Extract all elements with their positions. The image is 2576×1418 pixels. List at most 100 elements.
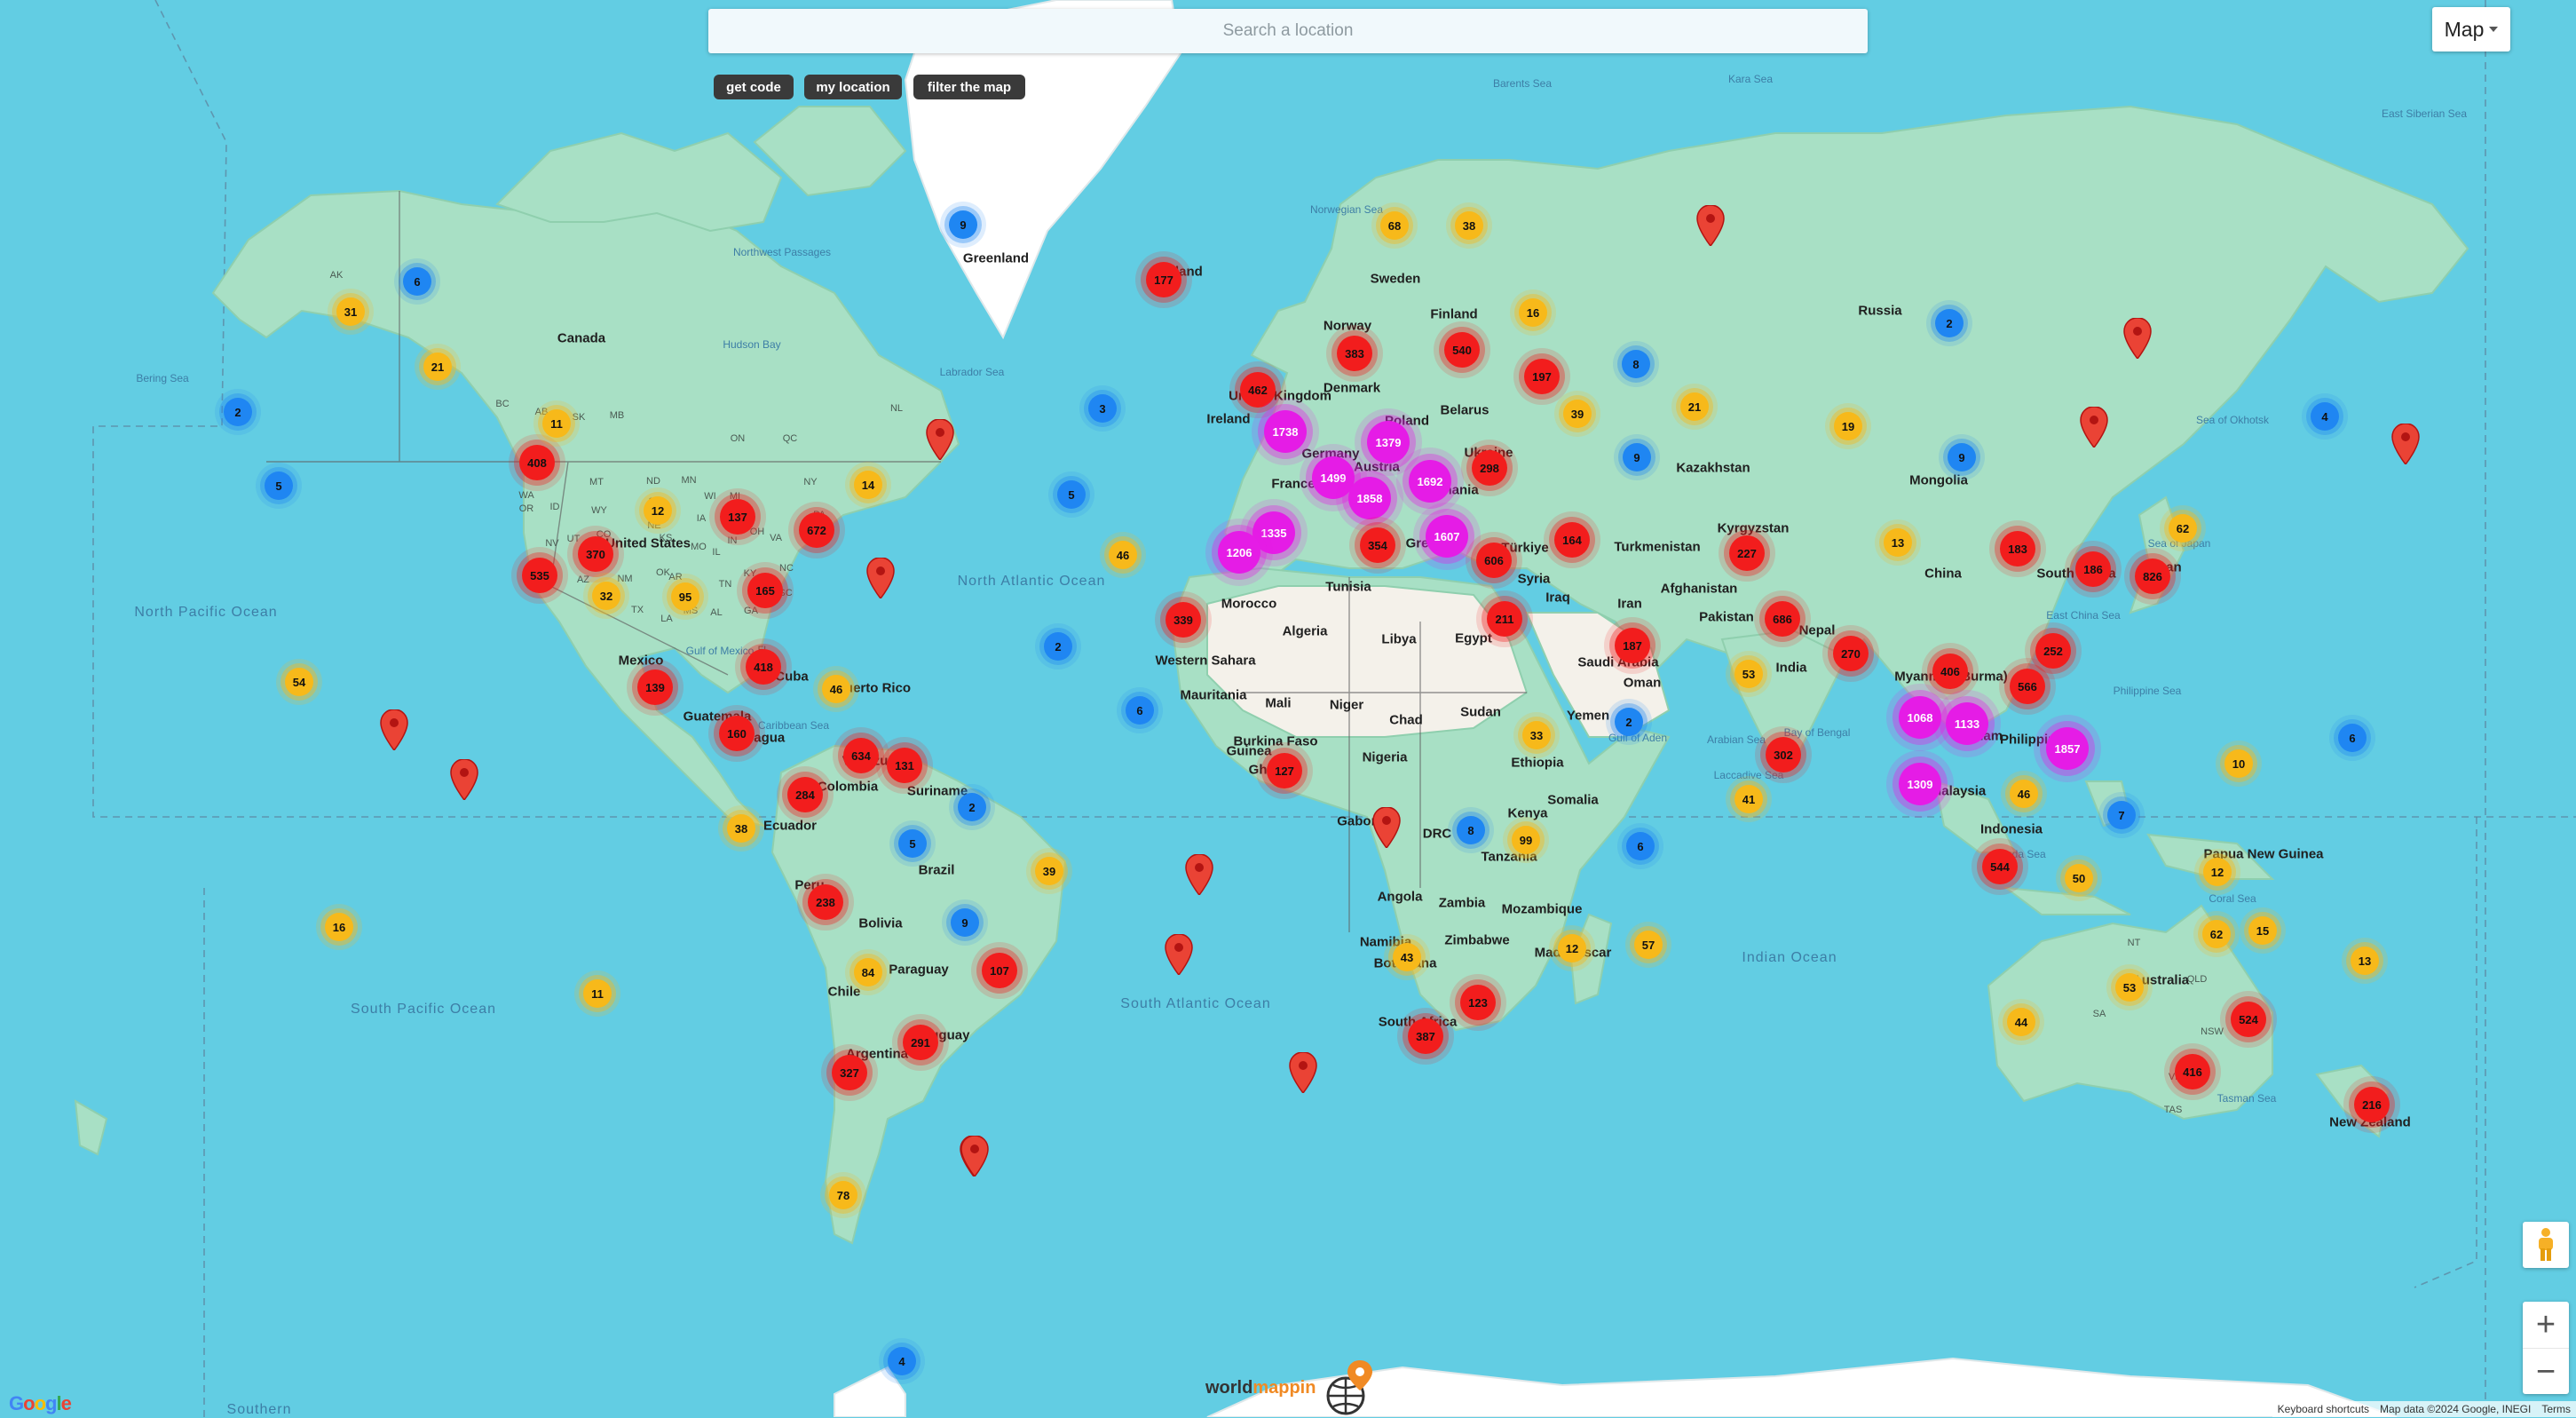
cluster-marker-magenta[interactable]: 1309 xyxy=(1899,763,1941,805)
cluster-marker-yellow[interactable]: 12 xyxy=(1558,934,1586,962)
worldmappin-logo[interactable]: worldmappin xyxy=(1205,1360,1379,1415)
cluster-marker-red[interactable]: 284 xyxy=(787,777,823,812)
cluster-marker-yellow[interactable]: 84 xyxy=(854,958,882,986)
zoom-out-button[interactable]: − xyxy=(2523,1348,2569,1395)
map-type-dropdown[interactable]: Map xyxy=(2432,7,2510,51)
cluster-marker-red[interactable]: 139 xyxy=(637,669,673,705)
zoom-in-button[interactable]: + xyxy=(2523,1302,2569,1348)
cluster-marker-red[interactable]: 252 xyxy=(2035,633,2071,669)
cluster-marker-yellow[interactable]: 53 xyxy=(1734,660,1763,688)
map-pin-icon[interactable] xyxy=(450,759,478,800)
cluster-marker-red[interactable]: 137 xyxy=(720,499,755,535)
cluster-marker-red[interactable]: 183 xyxy=(2000,531,2035,566)
cluster-marker-blue[interactable]: 5 xyxy=(898,829,927,858)
cluster-marker-red[interactable]: 606 xyxy=(1476,543,1512,578)
cluster-marker-yellow[interactable]: 21 xyxy=(1680,392,1709,421)
keyboard-shortcuts-link[interactable]: Keyboard shortcuts xyxy=(2278,1403,2369,1415)
map-pin-icon[interactable] xyxy=(2391,424,2420,464)
cluster-marker-red[interactable]: 291 xyxy=(903,1025,938,1060)
cluster-marker-yellow[interactable]: 13 xyxy=(1884,528,1912,557)
cluster-marker-red[interactable]: 227 xyxy=(1729,535,1765,571)
cluster-marker-blue[interactable]: 4 xyxy=(2311,402,2339,431)
cluster-marker-yellow[interactable]: 11 xyxy=(542,409,571,438)
cluster-marker-blue[interactable]: 6 xyxy=(1126,696,1154,725)
cluster-marker-blue[interactable]: 9 xyxy=(1623,443,1651,471)
cluster-marker-magenta[interactable]: 1068 xyxy=(1899,696,1941,739)
cluster-marker-yellow[interactable]: 41 xyxy=(1734,785,1763,813)
cluster-marker-red[interactable]: 686 xyxy=(1765,601,1800,637)
cluster-marker-red[interactable]: 127 xyxy=(1267,753,1302,788)
cluster-marker-magenta[interactable]: 1607 xyxy=(1426,515,1468,558)
cluster-marker-red[interactable]: 107 xyxy=(982,953,1017,988)
map-pin-icon[interactable] xyxy=(866,558,895,598)
cluster-marker-red[interactable]: 186 xyxy=(2075,551,2111,587)
cluster-marker-yellow[interactable]: 10 xyxy=(2224,749,2253,778)
cluster-marker-red[interactable]: 524 xyxy=(2231,1002,2266,1037)
cluster-marker-blue[interactable]: 7 xyxy=(2107,801,2136,829)
cluster-marker-yellow[interactable]: 68 xyxy=(1380,211,1409,240)
cluster-marker-red[interactable]: 370 xyxy=(578,536,613,572)
cluster-marker-yellow[interactable]: 78 xyxy=(829,1181,857,1209)
cluster-marker-red[interactable]: 160 xyxy=(719,716,755,751)
cluster-marker-red[interactable]: 406 xyxy=(1932,654,1968,689)
cluster-marker-yellow[interactable]: 12 xyxy=(2203,858,2232,886)
cluster-marker-blue[interactable]: 9 xyxy=(949,210,977,239)
cluster-marker-yellow[interactable]: 39 xyxy=(1563,400,1592,428)
cluster-marker-red[interactable]: 197 xyxy=(1524,359,1560,394)
cluster-marker-yellow[interactable]: 38 xyxy=(1455,211,1483,240)
cluster-marker-blue[interactable]: 5 xyxy=(265,471,293,500)
world-map[interactable]: CanadaUnited StatesMexicoCubaGuatemalaNi… xyxy=(0,0,2576,1417)
cluster-marker-red[interactable]: 302 xyxy=(1766,737,1801,772)
cluster-marker-magenta[interactable]: 1858 xyxy=(1348,477,1391,519)
cluster-marker-yellow[interactable]: 15 xyxy=(2248,916,2277,945)
cluster-marker-blue[interactable]: 6 xyxy=(2338,724,2367,752)
cluster-marker-yellow[interactable]: 13 xyxy=(2351,947,2379,975)
cluster-marker-yellow[interactable]: 21 xyxy=(423,353,452,381)
map-pin-icon[interactable] xyxy=(1696,205,1725,246)
cluster-marker-red[interactable]: 327 xyxy=(832,1055,867,1090)
cluster-marker-red[interactable]: 131 xyxy=(887,748,922,783)
map-pin-icon[interactable] xyxy=(960,1136,989,1176)
cluster-marker-yellow[interactable]: 12 xyxy=(644,496,672,525)
cluster-marker-red[interactable]: 826 xyxy=(2135,558,2170,594)
map-pin-icon[interactable] xyxy=(380,709,408,750)
cluster-marker-blue[interactable]: 9 xyxy=(951,908,979,937)
cluster-marker-yellow[interactable]: 54 xyxy=(285,668,313,696)
cluster-marker-yellow[interactable]: 46 xyxy=(1109,541,1137,569)
cluster-marker-magenta[interactable]: 1379 xyxy=(1367,421,1410,463)
filter-map-button[interactable]: filter the map xyxy=(913,75,1025,99)
cluster-marker-red[interactable]: 187 xyxy=(1615,628,1650,663)
cluster-marker-yellow[interactable]: 16 xyxy=(325,913,353,941)
cluster-marker-yellow[interactable]: 19 xyxy=(1834,412,1862,440)
cluster-marker-yellow[interactable]: 14 xyxy=(854,471,882,499)
cluster-marker-magenta[interactable]: 1692 xyxy=(1409,460,1451,503)
cluster-marker-red[interactable]: 672 xyxy=(799,512,834,548)
cluster-marker-red[interactable]: 270 xyxy=(1833,636,1869,671)
cluster-marker-yellow[interactable]: 11 xyxy=(583,979,612,1008)
my-location-button[interactable]: my location xyxy=(804,75,902,99)
cluster-marker-red[interactable]: 416 xyxy=(2175,1054,2210,1089)
cluster-marker-yellow[interactable]: 99 xyxy=(1512,826,1540,854)
cluster-marker-blue[interactable]: 2 xyxy=(958,793,986,821)
cluster-marker-red[interactable]: 566 xyxy=(2010,669,2045,704)
cluster-marker-yellow[interactable]: 44 xyxy=(2007,1008,2035,1036)
cluster-marker-magenta[interactable]: 1206 xyxy=(1218,531,1260,574)
cluster-marker-red[interactable]: 177 xyxy=(1146,262,1181,297)
cluster-marker-blue[interactable]: 6 xyxy=(1626,832,1655,860)
cluster-marker-blue[interactable]: 2 xyxy=(1935,309,1964,337)
terms-link[interactable]: Terms xyxy=(2541,1403,2571,1415)
map-pin-icon[interactable] xyxy=(1372,807,1401,848)
search-location-input[interactable] xyxy=(708,9,1868,53)
cluster-marker-red[interactable]: 165 xyxy=(747,573,783,608)
cluster-marker-blue[interactable]: 4 xyxy=(888,1347,916,1375)
cluster-marker-blue[interactable]: 5 xyxy=(1057,480,1086,509)
cluster-marker-red[interactable]: 298 xyxy=(1472,450,1507,486)
map-pin-icon[interactable] xyxy=(2123,318,2152,359)
cluster-marker-yellow[interactable]: 95 xyxy=(671,582,699,611)
google-logo[interactable]: Google xyxy=(9,1392,72,1415)
cluster-marker-yellow[interactable]: 62 xyxy=(2202,920,2231,948)
cluster-marker-magenta[interactable]: 1133 xyxy=(1946,702,1988,745)
cluster-marker-red[interactable]: 164 xyxy=(1554,522,1590,558)
cluster-marker-yellow[interactable]: 31 xyxy=(336,297,365,326)
cluster-marker-yellow[interactable]: 53 xyxy=(2115,973,2144,1002)
